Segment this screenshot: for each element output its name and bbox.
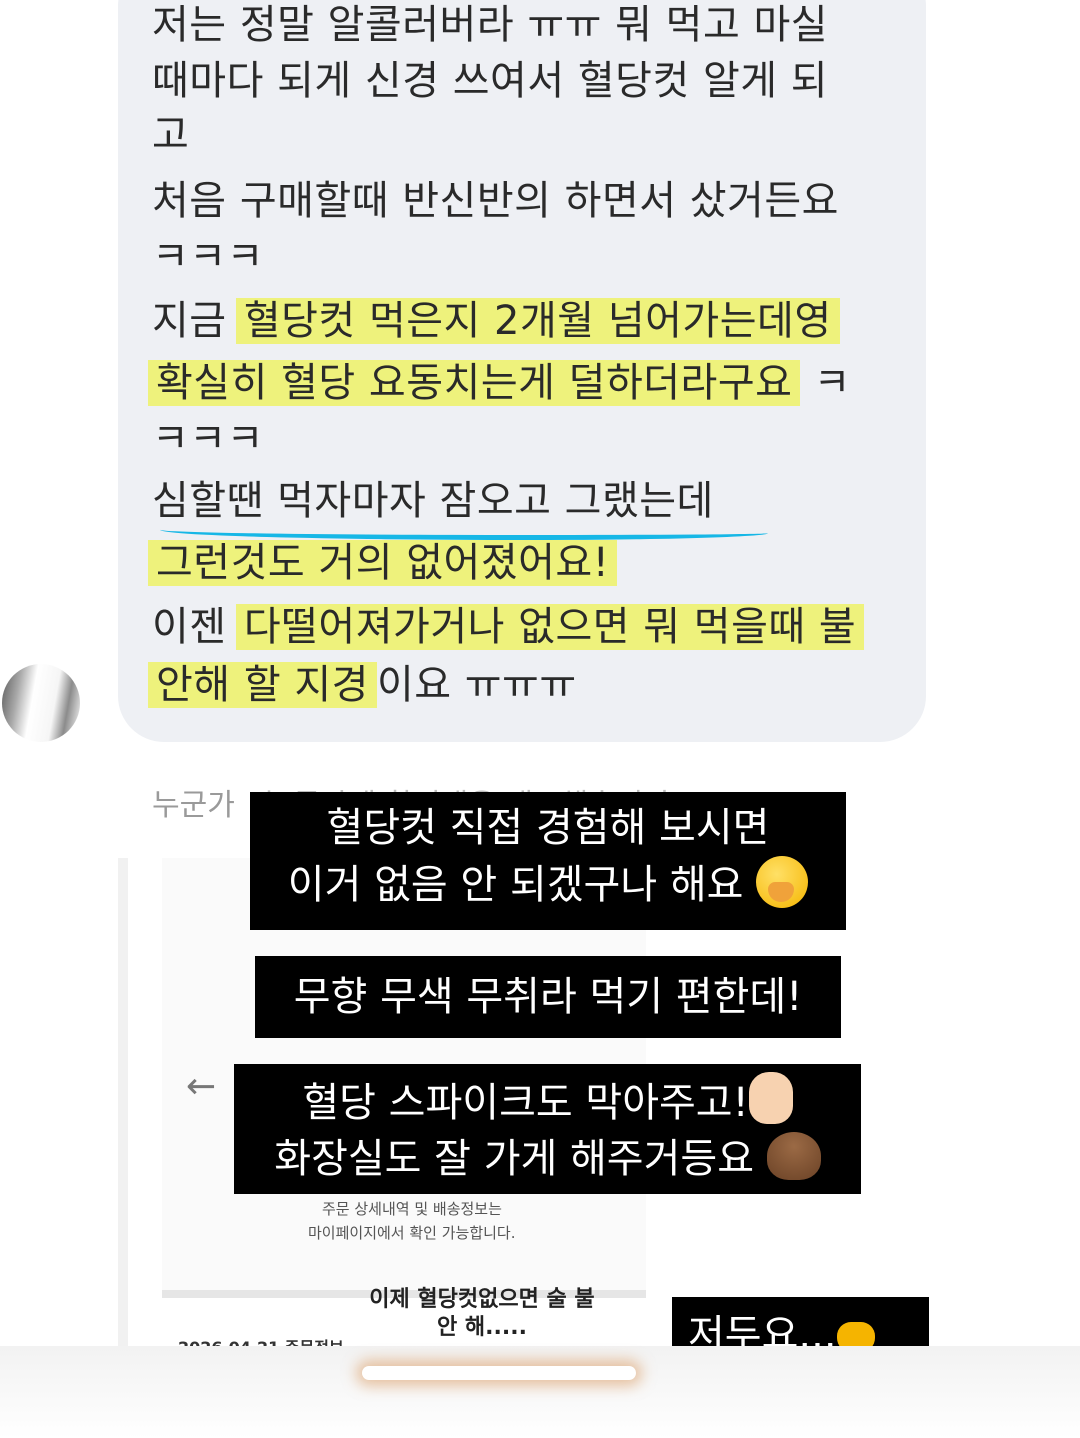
overlay-text: 화장실도 잘 가게 해주거등요 — [274, 1136, 755, 1182]
overlay-box-2: 무향 무색 무취라 먹기 편한데! — [255, 956, 841, 1038]
poop-icon — [766, 1132, 821, 1180]
chat-line: 안해 할 지경 이요 ㅠㅠㅠ — [148, 658, 577, 712]
overlay-line: 이거 없음 안 되겠구나 해요 — [250, 856, 846, 913]
overlay-line: 혈당 스파이크도 막아주고! — [234, 1072, 861, 1131]
highlighted-text: 다떨어져가거나 없으면 뭐 먹을때 불 — [235, 604, 865, 650]
highlighted-text: 그런것도 거의 없어졌어요! — [148, 540, 618, 586]
overlay-box-3: 혈당 스파이크도 막아주고! 화장실도 잘 가게 해주거등요 — [234, 1064, 861, 1194]
highlighted-text: 혈당컷 먹은지 2개월 넘어가는데영 — [235, 298, 840, 344]
chat-line: 지금 혈당컷 먹은지 2개월 넘어가는데영 — [152, 294, 840, 348]
chat-line: ㅋㅋㅋ — [152, 416, 264, 462]
card-text: 주문 상세내역 및 배송정보는 — [322, 1200, 502, 1218]
card-edge — [118, 858, 128, 1348]
raised-hand-icon — [748, 1072, 793, 1124]
overlay-text: 이거 없음 안 되겠구나 해요 — [287, 862, 744, 908]
overlay-text: 혈당 스파이크도 막아주고! — [302, 1080, 749, 1126]
someone-label: 누군가 — [152, 788, 235, 823]
overlay-box-1: 혈당컷 직접 경험해 보시면 이거 없음 안 되겠구나 해요 — [250, 792, 846, 930]
chat-line: 고 — [152, 112, 190, 158]
chat-text: ㅋ — [813, 360, 851, 406]
avatar — [2, 664, 80, 742]
hand-over-mouth-face-icon — [756, 856, 809, 908]
chat-line: 처음 구매할때 반신반의 하면서 샀거든요 — [152, 178, 839, 224]
order-date: 2026.04.21 주문정보 — [178, 1334, 344, 1346]
chat-line: 때마다 되게 신경 쓰여서 혈당컷 알게 되 — [152, 58, 829, 104]
chat-text: 이젠 — [152, 604, 227, 650]
highlighted-text: 확실히 혈당 요동치는게 덜하더라구요 — [148, 360, 801, 406]
chat-line: ㅋㅋㅋ — [152, 234, 264, 280]
chat-text: 지금 — [152, 298, 227, 344]
chat-line: 저는 정말 알콜러버라 ㅠㅠ 뭐 먹고 마실 — [152, 2, 829, 48]
overlay-text: 혈당컷 직접 경험해 보시면 — [326, 805, 770, 851]
caption-text: 이제 혈당컷없으면 술 불안 해..... — [369, 1287, 595, 1340]
card-text: 마이페이지에서 확인 가능합니다. — [308, 1224, 516, 1242]
chat-line: 그런것도 거의 없어졌어요! — [148, 536, 618, 590]
chat-line: 이젠 다떨어져가거나 없으면 뭐 먹을때 불 — [152, 600, 865, 654]
chat-line: 확실히 혈당 요동치는게 덜하더라구요 ㅋ — [148, 356, 851, 410]
highlighted-text: 안해 할 지경 — [148, 662, 377, 708]
back-arrow-icon[interactable]: ← — [186, 1066, 216, 1107]
overlay-line: 화장실도 잘 가게 해주거등요 — [234, 1131, 861, 1187]
home-indicator[interactable] — [362, 1366, 636, 1380]
chat-line: 심할땐 먹자마자 잠오고 그랬는데 — [152, 478, 714, 524]
chat-text: 이요 ㅠㅠㅠ — [376, 662, 577, 708]
card-caption: 이제 혈당컷없으면 술 불안 해..... — [362, 1286, 602, 1342]
bottom-fade — [0, 1346, 1080, 1438]
